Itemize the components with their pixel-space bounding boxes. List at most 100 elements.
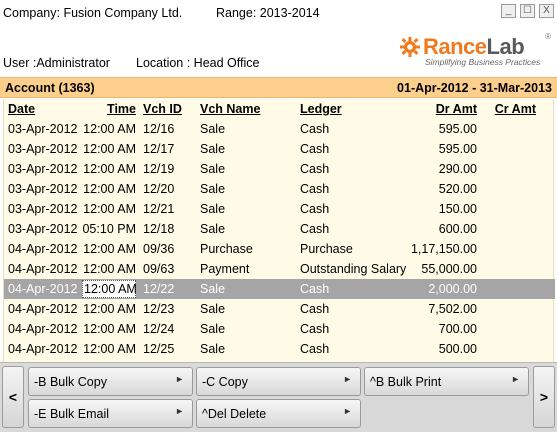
cell-date: 04-Apr-2012: [8, 322, 78, 336]
table-row[interactable]: 03-Apr-2012 12:00 AM 12/17 Sale Cash 595.00: [4, 139, 555, 159]
cell-time: 12:00 AM: [83, 242, 136, 256]
table-row[interactable]: 04-Apr-2012 12:00 AM 09/63 Payment Outstandi…: [4, 259, 555, 279]
bulk-print-button[interactable]: ^B Bulk Print ►: [364, 367, 529, 396]
cell-vch-id: 12/25: [143, 342, 175, 356]
cell-dr-amt: 700.00: [438, 322, 477, 336]
cell-ledger: Purchase: [300, 242, 353, 256]
cell-vch-id: 09/63: [143, 262, 175, 276]
minimize-icon[interactable]: _: [501, 4, 516, 18]
cell-ledger: Cash: [300, 122, 330, 136]
cell-ledger: Outstanding Salary: [300, 262, 407, 276]
cell-ledger: Cash: [300, 322, 330, 336]
current-location: Location : Head Office: [136, 56, 260, 70]
cell-vch-name: Sale: [200, 142, 226, 156]
cell-ledger: Cash: [300, 202, 330, 216]
table-row[interactable]: 03-Apr-2012 12:00 AM 12/19 Sale Cash 290.00: [4, 159, 555, 179]
copy-button[interactable]: -C Copy ►: [196, 367, 361, 396]
cell-date: 03-Apr-2012: [8, 162, 78, 176]
cell-ledger: Cash: [300, 162, 330, 176]
cell-date: 03-Apr-2012: [8, 142, 78, 156]
header-vch-name[interactable]: Vch Name: [200, 102, 260, 116]
header-bar: Company: Fusion Company Ltd. Range: 2013…: [0, 0, 557, 76]
bulk-email-button[interactable]: -E Bulk Email ►: [28, 399, 193, 428]
cell-time: 12:00 AM: [83, 142, 136, 156]
cell-vch-id: 12/20: [143, 182, 175, 196]
cell-ledger: Cash: [300, 222, 330, 236]
table-row[interactable]: 03-Apr-2012 05:10 PM 12/18 Sale Cash 600.00: [4, 219, 555, 239]
header-cr-amt[interactable]: Cr Amt: [484, 102, 536, 116]
cell-dr-amt: 500.00: [438, 342, 477, 356]
cell-date: 04-Apr-2012: [8, 242, 78, 256]
header-ledger[interactable]: Ledger: [300, 102, 342, 116]
cell-ledger: Cash: [300, 142, 330, 156]
cell-ledger: Cash: [300, 302, 330, 316]
cell-dr-amt: 1,17,150.00: [410, 242, 477, 256]
cell-vch-name: Purchase: [200, 242, 253, 256]
window-controls: _ ☐ X: [501, 4, 554, 18]
financial-range: Range: 2013-2014: [216, 6, 320, 20]
cell-time: 12:00 AM: [83, 342, 136, 356]
action-toolbar: < -B Bulk Copy ► -C Copy ► ^B Bulk Print…: [0, 362, 557, 432]
cell-time: 05:10 PM: [82, 222, 136, 236]
next-page-button[interactable]: >: [533, 366, 555, 428]
cell-ledger: Cash: [300, 342, 330, 356]
cell-vch-id: 12/16: [143, 122, 175, 136]
chevron-right-icon: ►: [343, 374, 352, 384]
header-dr-amt[interactable]: Dr Amt: [404, 102, 477, 116]
cell-time: 12:00 AM: [83, 322, 136, 336]
table-row[interactable]: 03-Apr-2012 12:00 AM 12/21 Sale Cash 150.00: [4, 199, 555, 219]
cell-vch-id: 12/17: [143, 142, 175, 156]
cell-vch-id: 12/24: [143, 322, 175, 336]
cell-dr-amt: 600.00: [438, 222, 477, 236]
cell-vch-name: Sale: [200, 342, 226, 356]
bulk-copy-button[interactable]: -B Bulk Copy ►: [28, 367, 193, 396]
table-row[interactable]: 04-Apr-2012 12:00 AM 12/24 Sale Cash 700.00: [4, 319, 555, 339]
table-row[interactable]: 04-Apr-2012 12:00 AM 12/22 Sale Cash 2,000.00: [4, 279, 555, 299]
cell-time: 12:00 AM: [82, 280, 137, 298]
cell-dr-amt: 7,502.00: [428, 302, 477, 316]
chevron-right-icon: ►: [511, 374, 520, 384]
prev-page-button[interactable]: <: [2, 366, 24, 428]
cell-vch-name: Sale: [200, 302, 226, 316]
ledger-table: Date Time Vch ID Vch Name Ledger Dr Amt …: [3, 99, 555, 362]
copy-label: -C Copy: [202, 375, 248, 389]
cell-time: 12:00 AM: [83, 122, 136, 136]
delete-button[interactable]: ^Del Delete ►: [196, 399, 361, 428]
header-date[interactable]: Date: [8, 102, 35, 116]
maximize-icon[interactable]: ☐: [520, 4, 535, 18]
current-user: User :Administrator: [3, 56, 110, 70]
table-row[interactable]: 04-Apr-2012 12:00 AM 12/23 Sale Cash 7,502.00: [4, 299, 555, 319]
cell-vch-name: Sale: [200, 202, 226, 216]
table-row[interactable]: 03-Apr-2012 12:00 AM 12/20 Sale Cash 520.00: [4, 179, 555, 199]
chevron-right-icon: ►: [175, 374, 184, 384]
table-row[interactable]: 04-Apr-2012 12:00 AM 12/25 Sale Cash 500.00: [4, 339, 555, 359]
cell-dr-amt: 150.00: [438, 202, 477, 216]
delete-label: ^Del Delete: [202, 407, 267, 421]
bulk-copy-label: -B Bulk Copy: [34, 375, 107, 389]
table-row[interactable]: 04-Apr-2012 12:00 AM 09/36 Purchase Purchase…: [4, 239, 555, 259]
cell-vch-id: 09/36: [143, 242, 175, 256]
bulk-email-label: -E Bulk Email: [34, 407, 110, 421]
cell-time: 12:00 AM: [83, 182, 136, 196]
logo-lab: Lab: [486, 34, 525, 59]
logo-tagline: Simplifying Business Practices: [425, 57, 541, 67]
header-vch-id[interactable]: Vch ID: [143, 102, 182, 116]
cell-date: 04-Apr-2012: [8, 342, 78, 356]
cell-dr-amt: 55,000.00: [421, 262, 477, 276]
bulk-print-label: ^B Bulk Print: [370, 375, 442, 389]
cell-date: 03-Apr-2012: [8, 202, 78, 216]
cell-ledger: Cash: [300, 182, 330, 196]
chevron-right-icon: ►: [343, 406, 352, 416]
cell-time: 12:00 AM: [83, 302, 136, 316]
cell-date: 04-Apr-2012: [8, 262, 78, 276]
header-time[interactable]: Time: [82, 102, 136, 116]
cell-ledger: Cash: [300, 282, 330, 296]
logo-rance: Rance: [423, 34, 487, 59]
cell-vch-id: 12/22: [143, 282, 175, 296]
table-row[interactable]: 03-Apr-2012 12:00 AM 12/16 Sale Cash 595.00: [4, 119, 555, 139]
cell-vch-name: Payment: [200, 262, 250, 276]
cell-time: 12:00 AM: [83, 162, 136, 176]
close-icon[interactable]: X: [539, 4, 554, 18]
chevron-right-icon: ►: [175, 406, 184, 416]
cell-date: 03-Apr-2012: [8, 222, 78, 236]
